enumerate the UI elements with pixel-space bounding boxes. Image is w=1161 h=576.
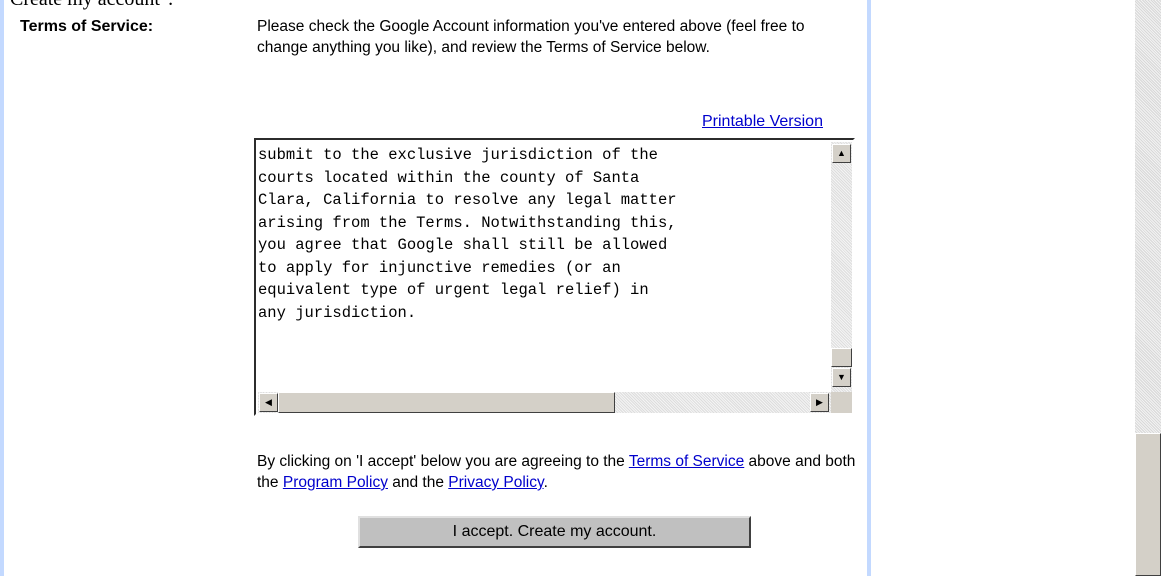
agreement-text: By clicking on 'I accept' below you are … (257, 451, 867, 493)
page-scroll-thumb[interactable] (1135, 433, 1161, 576)
terms-of-service-link[interactable]: Terms of Service (629, 453, 744, 470)
page-scrollbar[interactable] (1135, 0, 1161, 576)
terms-textarea[interactable]: submit to the exclusive jurisdiction of … (254, 138, 855, 416)
accept-create-account-button[interactable]: I accept. Create my account. (358, 516, 751, 548)
vertical-scroll-thumb[interactable] (831, 348, 852, 367)
scroll-down-icon[interactable]: ▼ (832, 368, 851, 387)
program-policy-link[interactable]: Program Policy (283, 474, 388, 491)
content-left-border (0, 0, 4, 576)
scrollbar-corner (831, 392, 852, 413)
agreement-and: and the (387, 474, 449, 491)
heading-partial: . Create my account". (0, 0, 173, 11)
horizontal-scroll-thumb[interactable] (278, 392, 615, 413)
terms-text: submit to the exclusive jurisdiction of … (258, 146, 677, 322)
intro-text: Please check the Google Account informat… (257, 18, 805, 56)
agreement-suffix: . (543, 474, 548, 491)
agreement-prefix: By clicking on 'I accept' below you are … (257, 453, 629, 470)
section-label: Terms of Service: (20, 18, 154, 35)
content-right-border (867, 0, 871, 576)
scroll-up-icon[interactable]: ▲ (832, 144, 851, 163)
privacy-policy-link[interactable]: Privacy Policy (448, 474, 543, 491)
printable-version-link[interactable]: Printable Version (702, 113, 823, 131)
scroll-right-icon[interactable]: ▶ (810, 393, 829, 412)
terms-horizontal-scrollbar[interactable]: ◀ ▶ (258, 392, 832, 413)
terms-vertical-scrollbar[interactable]: ▲ ▼ (831, 142, 852, 394)
scroll-left-icon[interactable]: ◀ (259, 393, 278, 412)
